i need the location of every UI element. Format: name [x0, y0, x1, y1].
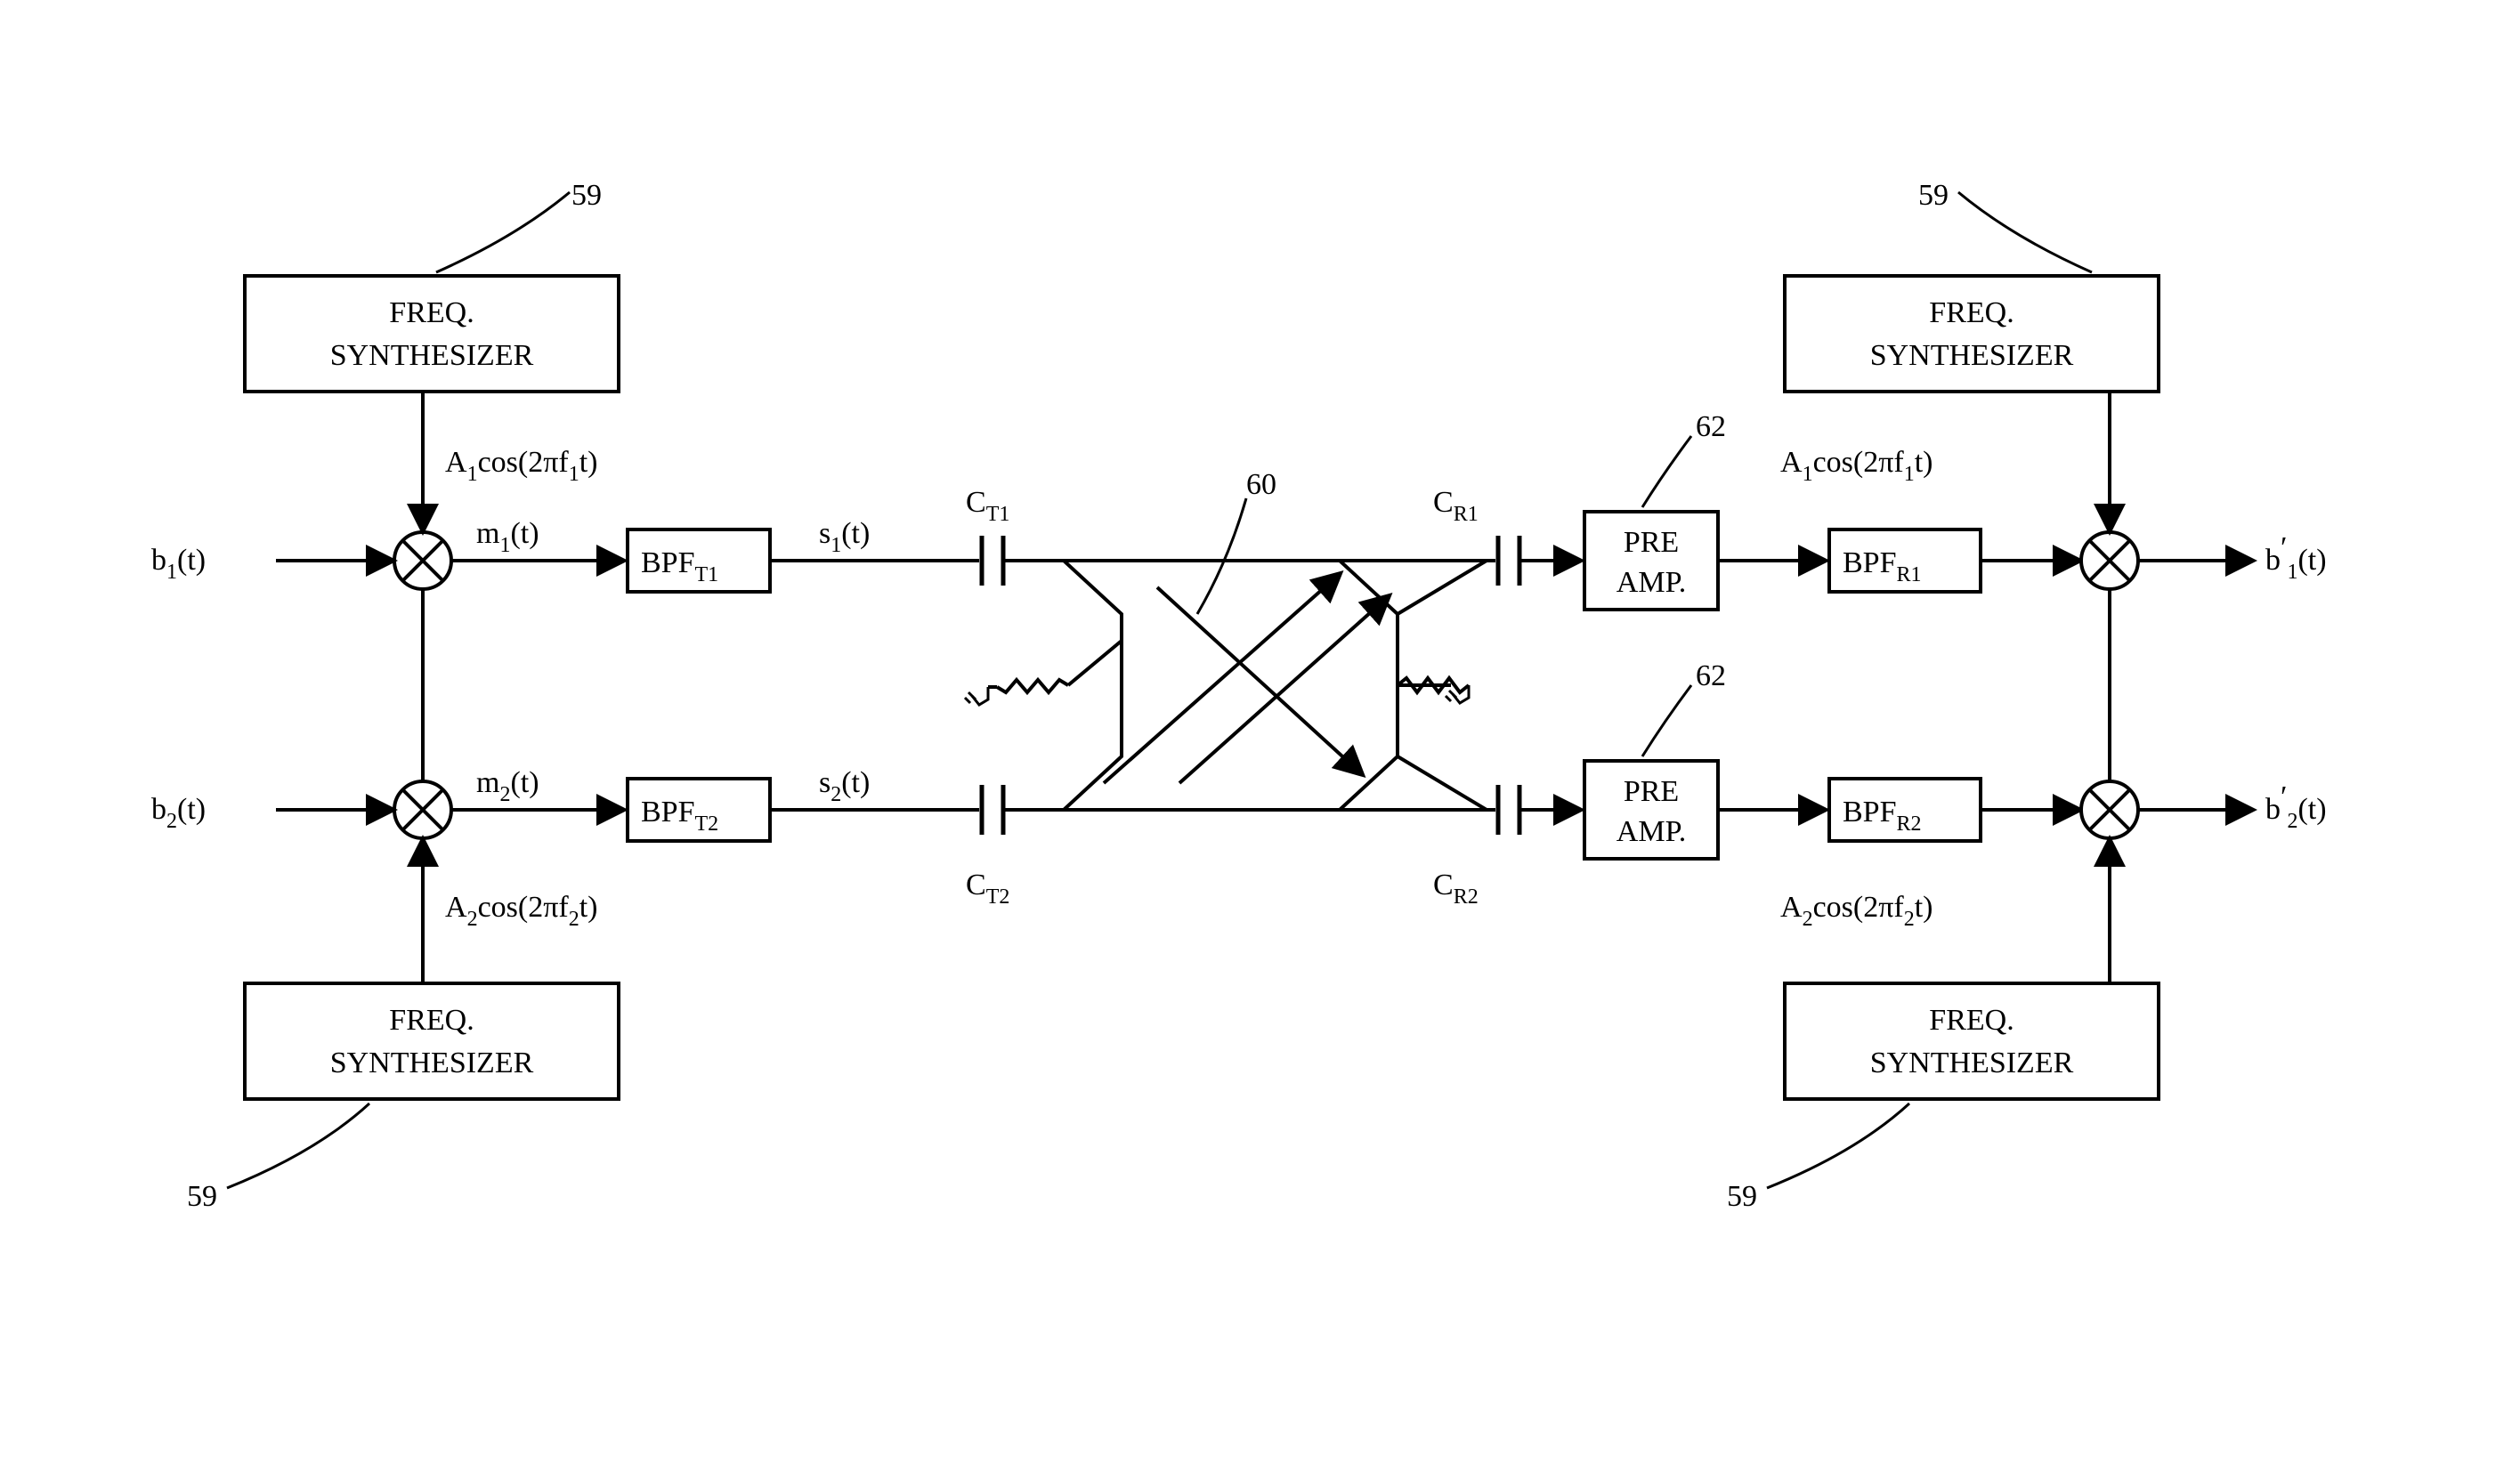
- ref-59-bl: 59: [187, 1180, 217, 1213]
- cap-cr1: [1498, 536, 1519, 586]
- svg-text:AMP.: AMP.: [1617, 815, 1686, 848]
- mixer-rx-1: [2081, 532, 2138, 589]
- ref-59-tl: 59: [571, 179, 602, 212]
- label-m1: m1(t): [476, 517, 539, 557]
- svg-text:SYNTHESIZER: SYNTHESIZER: [330, 339, 534, 372]
- label-m2: m2(t): [476, 766, 539, 806]
- svg-text:SYNTHESIZER: SYNTHESIZER: [1870, 339, 2074, 372]
- cap-ct1: [982, 536, 1003, 586]
- ref-60: 60: [1246, 468, 1276, 501]
- freq-synth-bottom-right: FREQ. SYNTHESIZER: [1785, 983, 2159, 1099]
- label-a2cos-left: A2cos(2πf2t): [445, 891, 597, 931]
- cap-ct2: [982, 785, 1003, 835]
- cap-cr2: [1498, 785, 1519, 835]
- label-s1: s1(t): [819, 517, 870, 557]
- preamp-2: PRE AMP.: [1584, 761, 1718, 859]
- svg-text:AMP.: AMP.: [1617, 566, 1686, 599]
- diagram: FREQ. SYNTHESIZER 59 FREQ. SYNTHESIZER 5…: [0, 0, 2520, 1471]
- svg-text:FREQ.: FREQ.: [389, 296, 474, 329]
- svg-text:PRE: PRE: [1624, 526, 1679, 559]
- svg-text:FREQ.: FREQ.: [389, 1004, 474, 1037]
- svg-text:SYNTHESIZER: SYNTHESIZER: [1870, 1047, 2074, 1079]
- ref-59-tr: 59: [1918, 179, 1949, 212]
- ref-59-br: 59: [1727, 1180, 1757, 1213]
- svg-text:FREQ.: FREQ.: [1929, 296, 2014, 329]
- freq-synth-bottom-left: FREQ. SYNTHESIZER: [245, 983, 619, 1099]
- label-ct1: CT1: [966, 486, 1009, 526]
- freq-synth-top-right: FREQ. SYNTHESIZER: [1785, 276, 2159, 392]
- svg-text:FREQ.: FREQ.: [1929, 1004, 2014, 1037]
- label-b2: b2(t): [151, 793, 206, 833]
- label-bp1: b′1(t): [2265, 531, 2327, 584]
- mixer-tx-1: [394, 532, 451, 589]
- label-bp2: b′2(t): [2265, 780, 2327, 833]
- preamp-1: PRE AMP.: [1584, 512, 1718, 610]
- label-a2cos-right: A2cos(2πf2t): [1780, 891, 1933, 931]
- coupler-60: [1064, 561, 1398, 810]
- svg-text:PRE: PRE: [1624, 775, 1679, 808]
- svg-text:SYNTHESIZER: SYNTHESIZER: [330, 1047, 534, 1079]
- ref-62-top: 62: [1696, 410, 1726, 443]
- freq-synth-top-left: FREQ. SYNTHESIZER: [245, 276, 619, 392]
- label-cr1: CR1: [1433, 486, 1479, 526]
- label-s2: s2(t): [819, 766, 870, 806]
- label-ct2: CT2: [966, 869, 1009, 909]
- label-b1: b1(t): [151, 544, 206, 584]
- label-a1cos-left: A1cos(2πf1t): [445, 446, 597, 486]
- mixer-rx-2: [2081, 781, 2138, 838]
- mixer-tx-2: [394, 781, 451, 838]
- ref-62-bot: 62: [1696, 659, 1726, 692]
- label-cr2: CR2: [1433, 869, 1479, 909]
- label-a1cos-right: A1cos(2πf1t): [1780, 446, 1933, 486]
